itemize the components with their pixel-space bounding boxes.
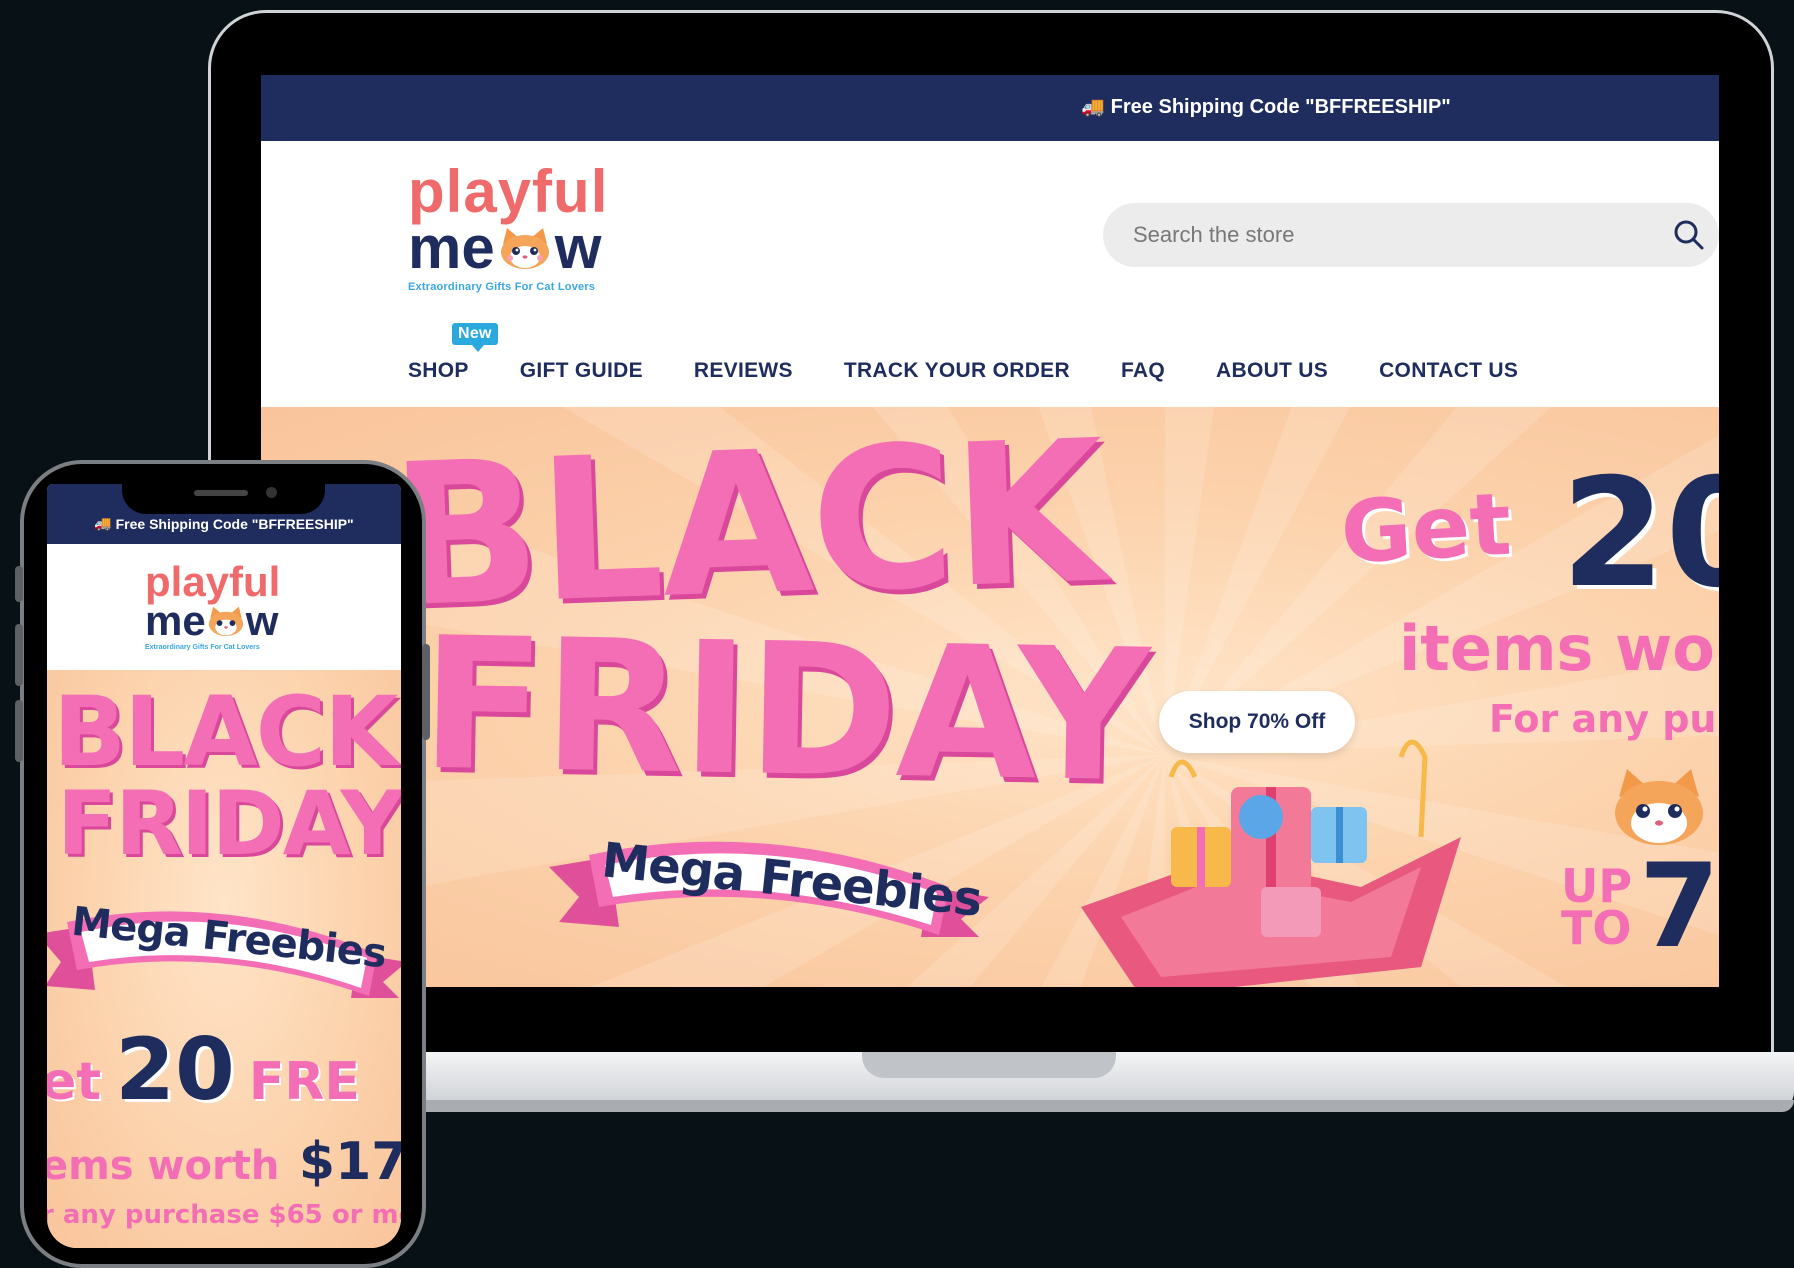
mobile-hero-free-text: FRE xyxy=(248,1052,360,1112)
mobile-logo-word-playful: playful xyxy=(145,558,281,605)
hero-items-text: items wo xyxy=(1399,612,1715,685)
mobile-hero-banner[interactable]: BLACK FRIDAY Mega Freebies et 20 FRE ems… xyxy=(47,670,401,1248)
mobile-logo-word-w: w xyxy=(245,597,279,644)
site-logo[interactable]: playful me w Extraordinary Gifts For Cat… xyxy=(408,158,648,294)
promo-text: Free Shipping Code "BFFREESHIP" xyxy=(1110,95,1451,118)
cat-face-icon xyxy=(208,606,243,636)
cat-face-icon xyxy=(1615,769,1703,845)
logo-word-me: me xyxy=(408,214,495,281)
mobile-logo-tagline: Extraordinary Gifts For Cat Lovers xyxy=(145,644,260,651)
hero-upto-number: 70 xyxy=(1639,839,1719,974)
nav-contact-us[interactable]: CONTACT US xyxy=(1379,359,1518,383)
search-input[interactable] xyxy=(1131,221,1615,249)
hero-banner[interactable]: BLACK FRIDAY Mega Freebies Shop 70% Off … xyxy=(261,407,1719,987)
mobile-hero-worth-amount: $175 xyxy=(298,1132,401,1192)
nav-gift-guide[interactable]: GIFT GUIDE xyxy=(520,359,643,383)
mobile-hero-worth-text: ems worth xyxy=(47,1143,280,1189)
phone-volume-down-button xyxy=(15,700,23,762)
hero-get-number: 20 xyxy=(1561,447,1719,621)
mobile-promo-text: Free Shipping Code "BFFREESHIP" xyxy=(115,516,354,532)
logo-tagline: Extraordinary Gifts For Cat Lovers xyxy=(408,281,596,293)
truck-icon: 🚚 xyxy=(94,515,116,531)
mobile-hero-title-friday: FRIDAY xyxy=(57,772,401,875)
mobile-hero-get-text: et xyxy=(47,1052,102,1112)
mobile-logo-word-meow: me w xyxy=(145,597,315,644)
phone-power-button xyxy=(422,644,430,740)
nav-about-us[interactable]: ABOUT US xyxy=(1216,359,1328,383)
hero-upto-to: TO xyxy=(1561,901,1632,955)
nav-shop[interactable]: New SHOP xyxy=(408,323,498,383)
new-badge: New xyxy=(452,323,498,352)
nav-faq[interactable]: FAQ xyxy=(1121,359,1165,383)
mobile-hero-title-black: BLACK xyxy=(53,676,398,788)
mobile-screen: 🚚 Free Shipping Code "BFFREESHIP" playfu… xyxy=(47,484,401,1248)
mobile-site-logo[interactable]: playful me w Extraordinary Gifts For Cat… xyxy=(145,558,315,652)
nav-shop-label: SHOP xyxy=(408,359,469,382)
phone-camera xyxy=(266,487,277,498)
laptop-base-edge xyxy=(208,1100,1794,1112)
phone-notch xyxy=(122,478,325,514)
hero-upto-text: UP TO xyxy=(1561,863,1632,955)
desktop-screen: 🚚 Free Shipping Code "BFFREESHIP" playfu… xyxy=(261,75,1719,987)
nav-track-order[interactable]: TRACK YOUR ORDER xyxy=(844,359,1070,383)
phone-speaker xyxy=(194,490,248,496)
phone-mute-button xyxy=(15,566,23,602)
hero-purchase-text: For any pu xyxy=(1489,697,1717,741)
laptop-notch xyxy=(862,1052,1116,1078)
logo-word-playful: playful xyxy=(408,158,609,225)
mobile-hero-purchase-text: r any purchase $65 or mo xyxy=(47,1200,401,1230)
truck-icon: 🚚 xyxy=(1081,97,1105,118)
mobile-hero-worth-line: ems worth $175 xyxy=(47,1132,401,1192)
logo-word-meow: me w xyxy=(408,214,648,281)
hero-title-friday: FRIDAY xyxy=(419,597,1150,823)
cat-face-icon xyxy=(500,228,549,269)
mobile-logo-word-me: me xyxy=(145,597,206,644)
promo-bar: 🚚 Free Shipping Code "BFFREESHIP" xyxy=(261,75,1719,141)
main-nav: New SHOP GIFT GUIDE REVIEWS TRACK YOUR O… xyxy=(408,323,1569,383)
shop-70-off-button[interactable]: Shop 70% Off xyxy=(1159,691,1355,753)
mobile-hero-get-line: et 20 FRE xyxy=(47,1020,360,1120)
phone-volume-up-button xyxy=(15,624,23,686)
hero-get-text: Get xyxy=(1338,474,1514,584)
search-icon[interactable] xyxy=(1671,217,1707,253)
mobile-hero-get-number: 20 xyxy=(115,1020,235,1120)
nav-reviews[interactable]: REVIEWS xyxy=(694,359,793,383)
logo-word-w: w xyxy=(554,214,602,281)
search-bar xyxy=(1103,203,1719,267)
gift-box-illustration xyxy=(1081,739,1461,987)
